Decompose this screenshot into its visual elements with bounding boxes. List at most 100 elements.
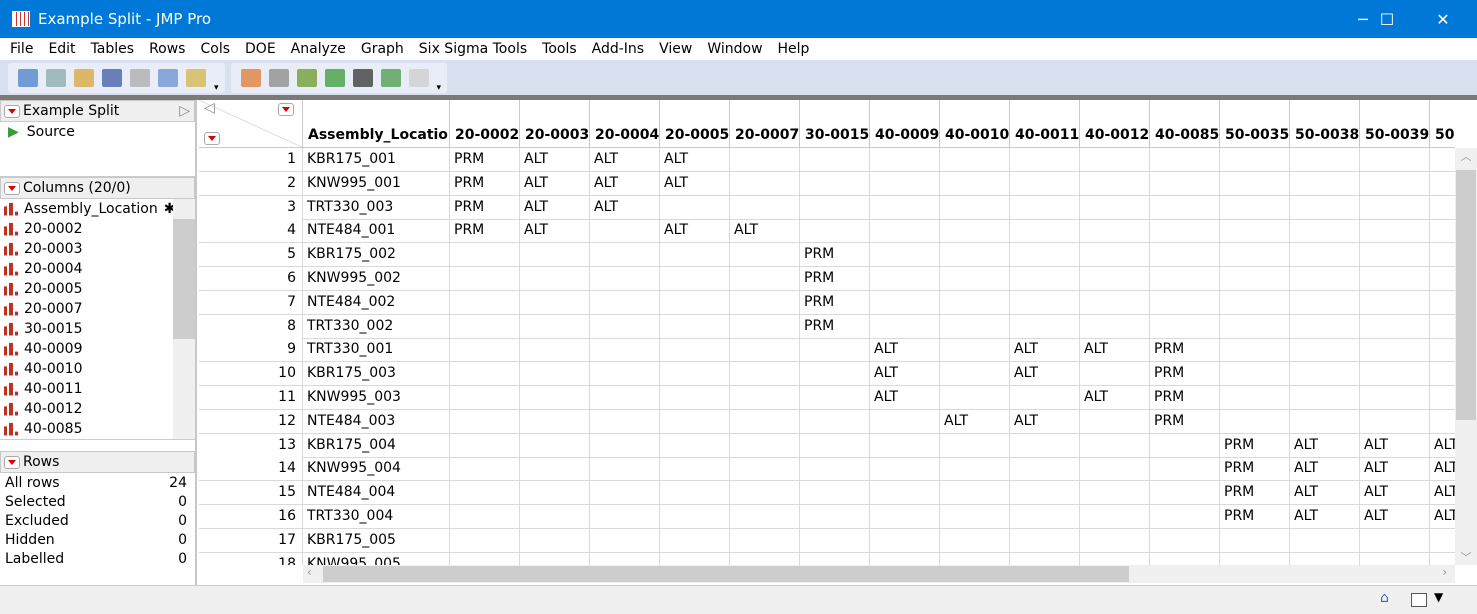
cell[interactable]	[1080, 457, 1150, 482]
cell[interactable]	[730, 528, 800, 553]
cell[interactable]	[590, 409, 660, 434]
cell[interactable]	[1220, 528, 1290, 553]
cell[interactable]	[1080, 528, 1150, 553]
cell[interactable]: ALT	[1360, 481, 1430, 506]
cell[interactable]	[450, 409, 520, 434]
scroll-left-icon[interactable]: ◁	[204, 100, 215, 116]
cell[interactable]	[1010, 528, 1080, 553]
table-script-source[interactable]: ▶ Source	[0, 122, 195, 142]
cell[interactable]: ALT	[730, 219, 800, 244]
cell[interactable]	[1150, 433, 1220, 458]
cell[interactable]	[520, 338, 590, 363]
fit-model-icon[interactable]	[352, 68, 373, 87]
cell[interactable]	[1290, 243, 1360, 268]
cell[interactable]: ALT	[1290, 457, 1360, 482]
cell[interactable]: ALT	[590, 195, 660, 220]
cell[interactable]	[730, 314, 800, 339]
assembly-location-cell[interactable]: KNW995_001	[303, 171, 450, 196]
cell[interactable]	[1220, 552, 1290, 565]
cell[interactable]	[870, 219, 940, 244]
cell[interactable]	[1290, 314, 1360, 339]
cell[interactable]	[940, 314, 1010, 339]
column-item[interactable]: 20-0004	[0, 259, 195, 279]
cut-icon[interactable]	[130, 68, 150, 87]
run-script-icon[interactable]: ▶	[8, 124, 19, 140]
assembly-location-cell[interactable]: NTE484_002	[303, 290, 450, 315]
cell[interactable]	[1010, 219, 1080, 244]
row-number[interactable]: 15	[199, 481, 303, 506]
cell[interactable]: PRM	[450, 219, 520, 244]
cell[interactable]	[520, 457, 590, 482]
cell[interactable]	[1080, 243, 1150, 268]
columns-red-triangle-icon[interactable]	[278, 103, 294, 116]
cell[interactable]	[730, 409, 800, 434]
cell[interactable]	[1430, 315, 1455, 339]
cell[interactable]	[1360, 219, 1430, 244]
cell[interactable]	[660, 195, 730, 220]
columns-panel-header[interactable]: Columns (20/0)	[0, 177, 195, 199]
cell[interactable]	[870, 243, 940, 268]
menu-rows[interactable]: Rows	[149, 41, 185, 57]
cell[interactable]	[1220, 267, 1290, 291]
cell[interactable]	[660, 386, 730, 410]
cell[interactable]	[590, 481, 660, 506]
cell[interactable]	[940, 195, 1010, 220]
cell[interactable]	[520, 290, 590, 315]
row-number[interactable]: 6	[199, 267, 303, 291]
row-number[interactable]: 2	[199, 171, 303, 196]
cell[interactable]	[730, 267, 800, 291]
cell[interactable]	[940, 219, 1010, 244]
assembly-location-cell[interactable]: TRT330_002	[303, 314, 450, 339]
menu-cols[interactable]: Cols	[200, 41, 230, 57]
cell[interactable]	[800, 195, 870, 220]
red-triangle-menu-icon[interactable]	[4, 104, 20, 118]
cell[interactable]	[1360, 386, 1430, 410]
cell[interactable]	[1430, 196, 1455, 220]
red-triangle-menu-icon[interactable]	[4, 455, 20, 469]
cell[interactable]	[1430, 553, 1455, 565]
cell[interactable]	[1290, 267, 1360, 291]
assembly-location-cell[interactable]: KNW995_002	[303, 267, 450, 291]
cell[interactable]	[870, 552, 940, 565]
column-header[interactable]: 40-0011	[1010, 100, 1080, 148]
assembly-location-cell[interactable]: NTE484_004	[303, 481, 450, 506]
cell[interactable]: ALT	[940, 409, 1010, 434]
cell[interactable]	[1360, 243, 1430, 268]
cell[interactable]	[660, 314, 730, 339]
new-script-icon[interactable]	[46, 68, 66, 87]
cell[interactable]	[590, 552, 660, 565]
menu-six-sigma-tools[interactable]: Six Sigma Tools	[419, 41, 527, 57]
cell[interactable]: ALT	[1360, 457, 1430, 482]
cell[interactable]	[1150, 505, 1220, 529]
cell[interactable]: ALT	[520, 195, 590, 220]
cell[interactable]	[870, 314, 940, 339]
cell[interactable]	[800, 481, 870, 506]
cell[interactable]	[730, 505, 800, 529]
cell[interactable]: PRM	[1150, 409, 1220, 434]
cell[interactable]	[660, 338, 730, 363]
cell[interactable]	[1290, 386, 1360, 410]
home-icon[interactable]: ⌂	[1380, 590, 1389, 606]
cell[interactable]	[1080, 290, 1150, 315]
cell[interactable]	[1430, 219, 1455, 244]
cell[interactable]	[730, 481, 800, 506]
cell[interactable]	[870, 195, 940, 220]
cell[interactable]	[590, 314, 660, 339]
column-item[interactable]: 20-0005	[0, 279, 195, 299]
cell[interactable]	[800, 386, 870, 410]
cell[interactable]	[1220, 171, 1290, 196]
cell[interactable]	[1010, 552, 1080, 565]
cell[interactable]	[1150, 481, 1220, 506]
cell[interactable]	[450, 338, 520, 363]
cell[interactable]: PRM	[1220, 505, 1290, 529]
column-header[interactable]: 50-0035	[1220, 100, 1290, 148]
cell[interactable]	[870, 267, 940, 291]
cell[interactable]	[870, 433, 940, 458]
copy-icon[interactable]	[158, 68, 178, 87]
cell[interactable]	[800, 505, 870, 529]
cell[interactable]: PRM	[800, 314, 870, 339]
cell[interactable]	[1430, 338, 1455, 363]
column-header[interactable]: 20-0003	[520, 100, 590, 148]
cell[interactable]	[590, 528, 660, 553]
cell[interactable]	[1150, 171, 1220, 196]
